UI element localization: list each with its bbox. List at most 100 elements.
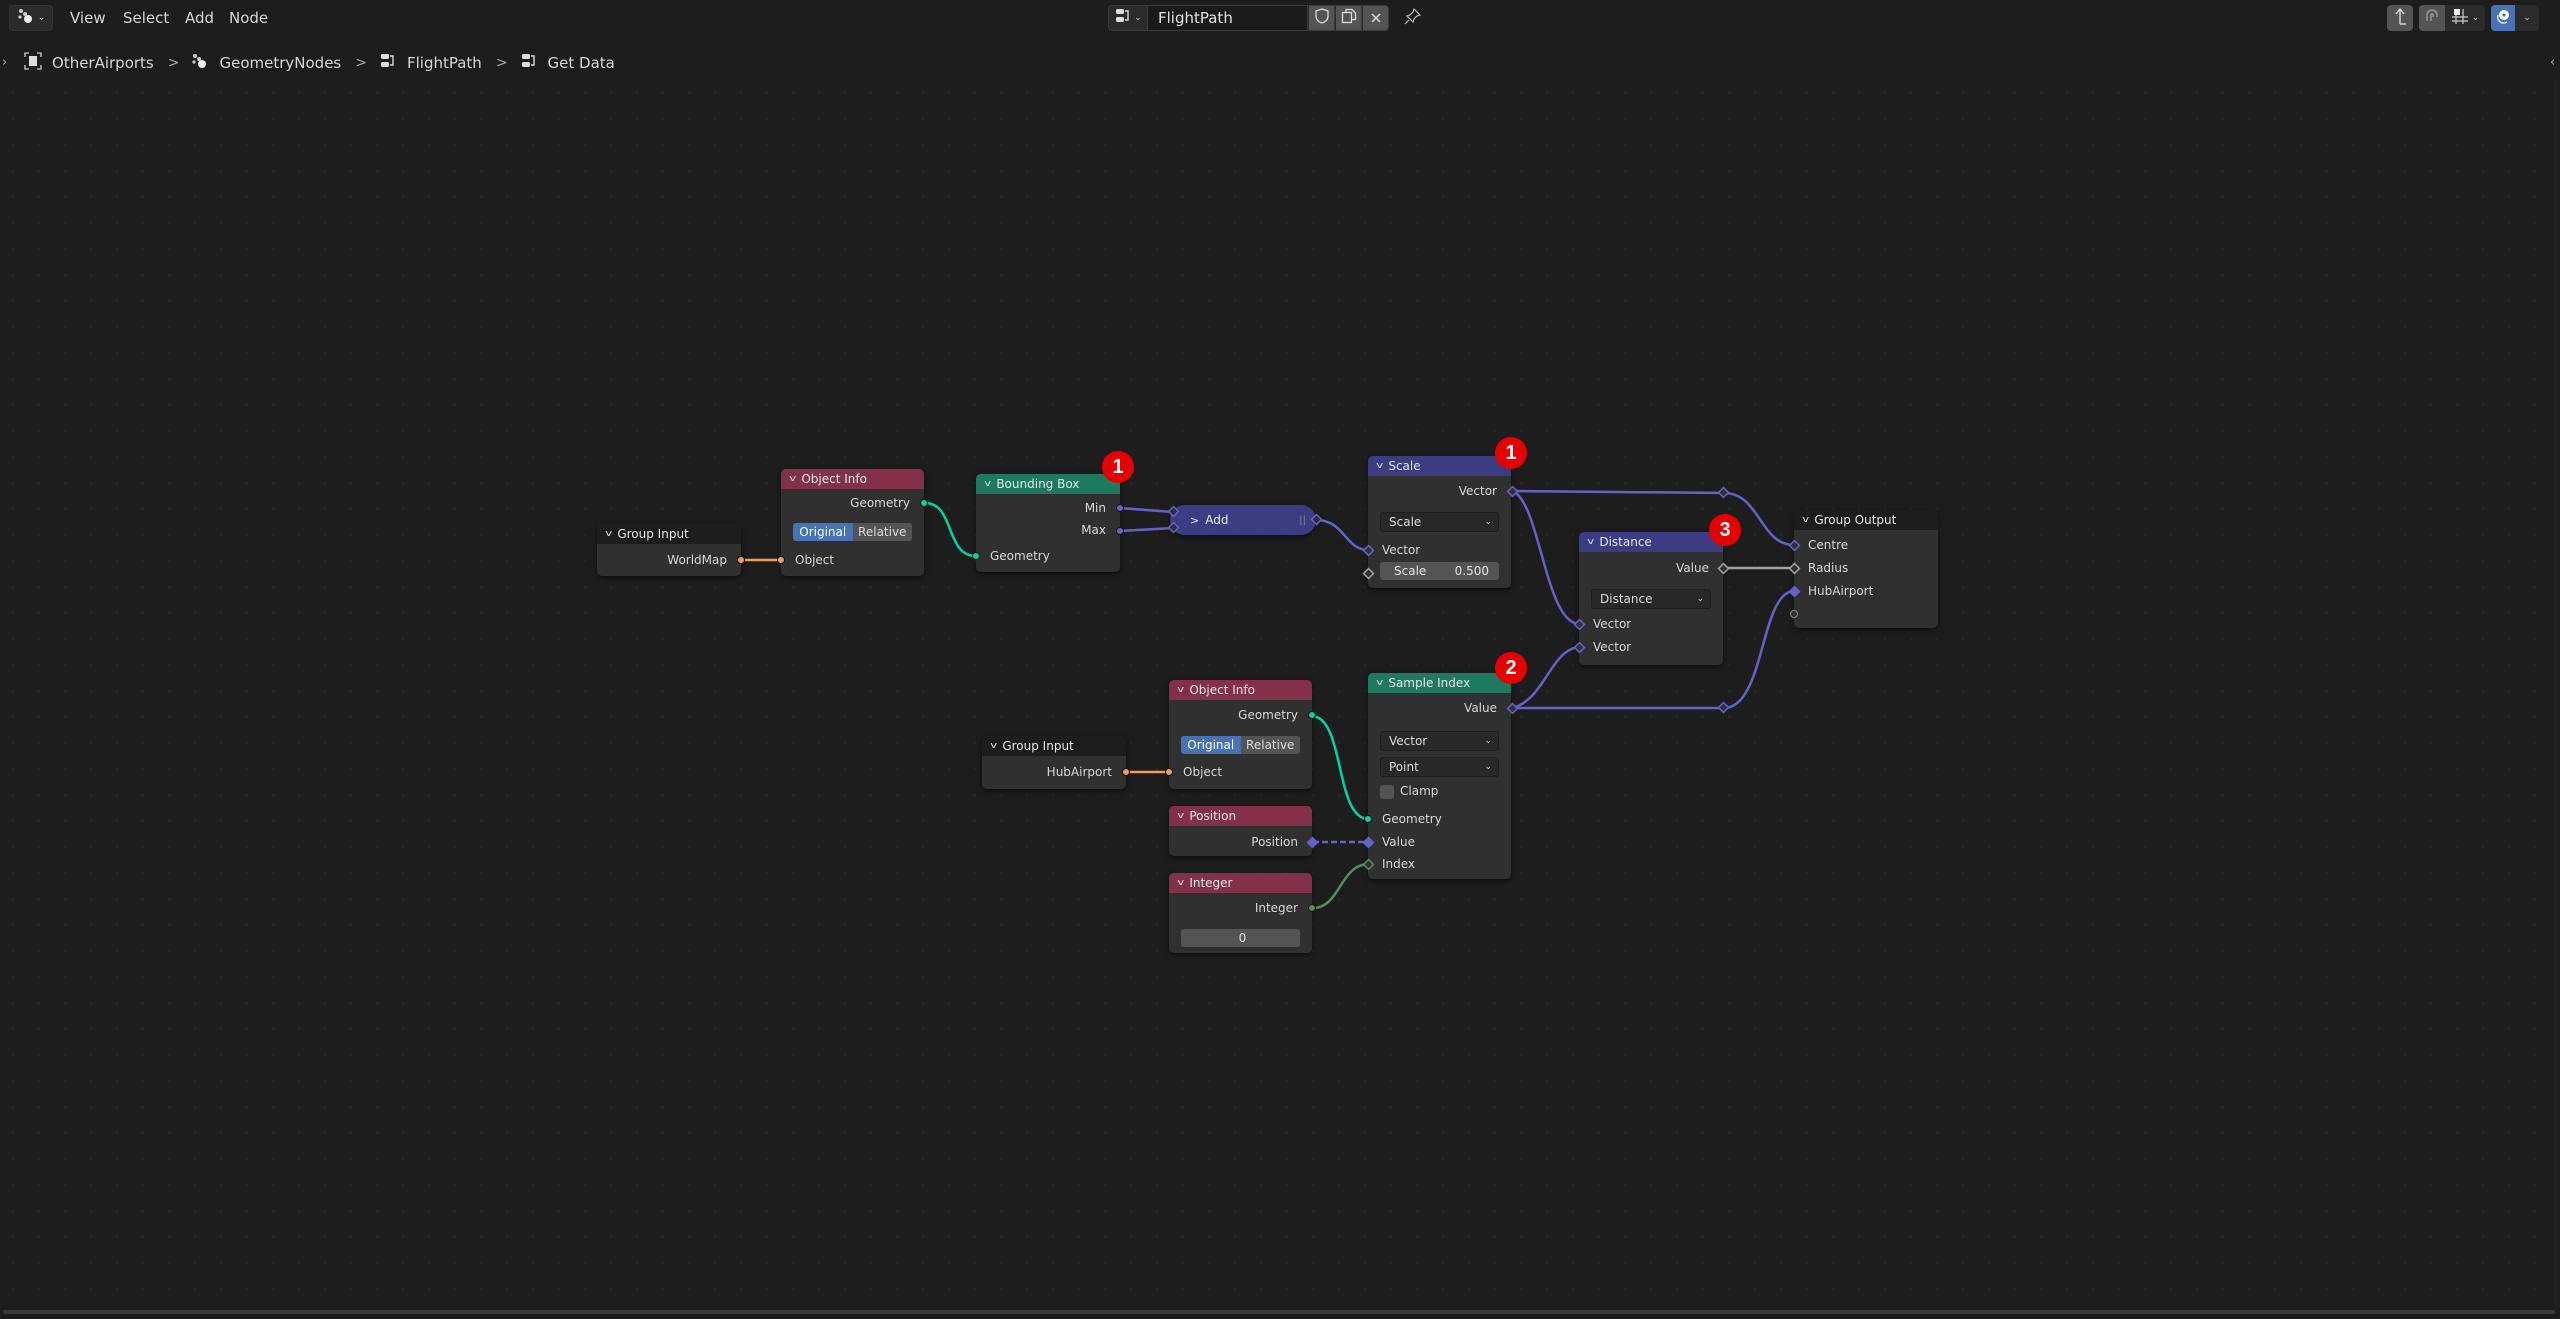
transform-space-toggle: Original Relative <box>793 523 912 541</box>
snap-target-icon <box>2451 7 2469 29</box>
node-object-info-1[interactable]: v Object Info Geometry Original Relative … <box>777 469 928 576</box>
chevron-down-icon: v <box>1376 678 1384 688</box>
unlink-button[interactable] <box>1362 5 1389 31</box>
vector-socket[interactable] <box>1116 527 1124 535</box>
breadcrumb-label: GeometryNodes <box>219 54 342 72</box>
geometry-socket[interactable] <box>1308 711 1316 719</box>
toggle-original[interactable]: Original <box>793 523 853 541</box>
scale-field[interactable]: Scale 0.500 <box>1380 562 1499 580</box>
operation-dropdown[interactable]: Distance ⌄ <box>1591 589 1711 609</box>
socket-label: Integer <box>1254 901 1298 915</box>
node-bounding-box[interactable]: v Bounding Box Min Max Geometry <box>972 474 1124 572</box>
editor-type-button[interactable]: ⌄ <box>9 5 53 31</box>
geometry-socket[interactable] <box>920 499 928 507</box>
node-title: Bounding Box <box>996 477 1080 491</box>
toolbar-expand-icon[interactable]: › <box>2 55 7 70</box>
overlay-dropdown[interactable]: ⌄ <box>2515 5 2539 31</box>
object-socket[interactable] <box>1122 768 1130 776</box>
empty-socket[interactable] <box>1790 610 1798 618</box>
overlay-toggle[interactable] <box>2491 5 2515 31</box>
node-title: Position <box>1189 809 1237 823</box>
geometry-socket[interactable] <box>1364 815 1372 823</box>
node-group-input-1[interactable]: v Group Input WorldMap <box>597 524 745 576</box>
socket-label: Vector <box>1593 640 1632 654</box>
node-distance[interactable]: v Distance Value Distance ⌄ Vector Vector <box>1579 532 1723 665</box>
breadcrumb-group[interactable]: Get Data <box>520 53 615 73</box>
breadcrumb-object[interactable]: OtherAirports <box>24 52 154 74</box>
horizontal-scrollbar[interactable] <box>3 1310 2555 1314</box>
header-bar: ⌄ View Select Add Node ⌄ FlightPath ⌄ ⌄ <box>0 0 2560 37</box>
snap-toggle[interactable] <box>2419 5 2445 31</box>
node-title: Group Input <box>1002 739 1074 753</box>
fake-user-button[interactable] <box>1308 5 1335 31</box>
node-tree-browse-button[interactable]: ⌄ <box>1108 5 1148 31</box>
node-scale[interactable]: v Scale Vector Scale ⌄ Vector Scale 0.500 <box>1368 456 1511 588</box>
chevron-down-icon: v <box>605 529 613 539</box>
toggle-original[interactable]: Original <box>1181 736 1241 754</box>
integer-socket[interactable] <box>1308 904 1316 912</box>
chevron-down-icon: ⌄ <box>1134 13 1142 23</box>
object-socket[interactable] <box>737 556 745 564</box>
field-value: 0.500 <box>1454 564 1489 578</box>
pin-icon <box>1404 7 1422 29</box>
integer-value-field[interactable]: 0 <box>1181 929 1300 947</box>
operation-dropdown[interactable]: Scale ⌄ <box>1380 512 1499 532</box>
field-value: 0 <box>1238 931 1247 945</box>
object-socket[interactable] <box>777 556 785 564</box>
node-group-output[interactable]: v Group Output Centre Radius HubAirport <box>1790 510 1938 628</box>
output-position: Position <box>1169 833 1312 851</box>
chevron-down-icon: ⌄ <box>1484 762 1492 772</box>
breadcrumb-node-tree[interactable]: FlightPath <box>379 53 482 73</box>
node-sample-index[interactable]: v Sample Index Value Vector ⌄ Point ⌄ Clamp… <box>1364 673 1511 879</box>
output-value: Value <box>1579 559 1723 577</box>
node-tree-name-field[interactable]: FlightPath <box>1148 5 1308 31</box>
input-vector-a: Vector <box>1579 615 1723 633</box>
close-icon <box>1370 9 1382 28</box>
node-object-info-2[interactable]: v Object Info Geometry Original Relative … <box>1165 680 1316 789</box>
node-add[interactable]: > Add || <box>1170 505 1316 535</box>
breadcrumb-modifier[interactable]: GeometryNodes <box>191 53 341 73</box>
output-worldmap: WorldMap <box>597 551 741 569</box>
domain-dropdown[interactable]: Point ⌄ <box>1380 757 1499 777</box>
dropdown-value: Distance <box>1600 592 1653 606</box>
breadcrumb-label: Get Data <box>547 54 615 72</box>
menu-view[interactable]: View <box>66 7 110 29</box>
chevron-down-icon: v <box>789 474 797 484</box>
node-integer[interactable]: v Integer Integer 0 <box>1169 873 1316 953</box>
header-right-tools: ⌄ ⌄ <box>2387 5 2539 31</box>
socket-label: Position <box>1251 835 1298 849</box>
toggle-relative[interactable]: Relative <box>852 523 912 541</box>
output-max: Max <box>976 521 1120 539</box>
parent-node-tree-button[interactable] <box>2387 5 2413 31</box>
vertical-scrollbar[interactable] <box>2554 80 2557 1305</box>
data-type-dropdown[interactable]: Vector ⌄ <box>1380 731 1499 751</box>
output-vector: Vector <box>1368 482 1511 500</box>
input-object: Object <box>1169 763 1312 781</box>
toggle-relative[interactable]: Relative <box>1240 736 1300 754</box>
vector-socket[interactable] <box>1116 504 1124 512</box>
snap-target-dropdown[interactable]: ⌄ <box>2445 5 2485 31</box>
pin-button[interactable] <box>1401 5 1425 31</box>
input-index: Index <box>1368 855 1511 873</box>
node-title: Object Info <box>801 472 867 486</box>
input-vector-b: Vector <box>1579 638 1723 656</box>
chevron-right-icon: > <box>355 55 367 71</box>
node-position[interactable]: v Position Position <box>1169 806 1312 856</box>
geometry-socket[interactable] <box>972 552 980 560</box>
chevron-down-icon: v <box>990 741 998 751</box>
drag-handle-icon[interactable]: || <box>1299 515 1306 526</box>
input-vector: Vector <box>1368 541 1511 559</box>
chevron-down-icon: v <box>1587 537 1595 547</box>
duplicate-button[interactable] <box>1335 5 1362 31</box>
menu-select[interactable]: Select <box>119 7 173 29</box>
chevron-down-icon: v <box>1177 878 1185 888</box>
node-header: v Scale <box>1368 456 1511 476</box>
clamp-checkbox[interactable] <box>1380 785 1394 799</box>
menu-node[interactable]: Node <box>225 7 272 29</box>
node-group-input-2[interactable]: v Group Input HubAirport <box>982 736 1130 789</box>
object-socket[interactable] <box>1165 768 1173 776</box>
input-geometry: Geometry <box>976 547 1120 565</box>
menu-add[interactable]: Add <box>181 7 218 29</box>
chevron-down-icon: v <box>1802 515 1810 525</box>
sidebar-expand-icon[interactable]: ‹ <box>2550 55 2555 70</box>
